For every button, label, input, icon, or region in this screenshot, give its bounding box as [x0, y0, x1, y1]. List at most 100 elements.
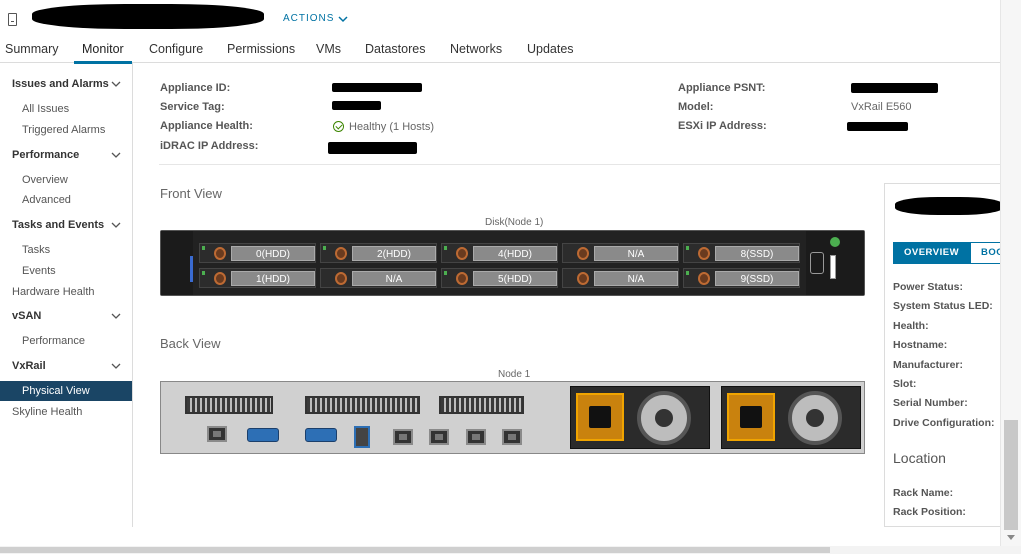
- actions-menu-button[interactable]: ACTIONS: [283, 13, 348, 24]
- chevron-down-icon: [111, 363, 121, 369]
- appliance-health-value: Healthy (1 Hosts): [333, 121, 434, 133]
- drive-handle-icon: [456, 272, 468, 285]
- pcie-slot-2: [305, 396, 420, 414]
- disk-bay-9[interactable]: 9(SSD): [683, 268, 800, 288]
- nic-port-2[interactable]: [429, 429, 449, 445]
- model-label: Model:: [678, 101, 714, 113]
- serial-port: [247, 428, 279, 442]
- disk-bay-0[interactable]: 0(HDD): [199, 243, 316, 263]
- disk-bay-7[interactable]: N/A: [562, 268, 679, 288]
- back-view-caption: Node 1: [498, 369, 531, 380]
- divider: [159, 164, 1000, 165]
- location-title: Location: [893, 450, 946, 466]
- sidebar-item-triggered-alarms[interactable]: Triggered Alarms: [0, 120, 132, 140]
- scroll-down-icon[interactable]: [1007, 535, 1015, 540]
- tab-monitor[interactable]: Monitor: [74, 38, 132, 64]
- redacted-panel-title: [895, 197, 1000, 215]
- disk-bay-1[interactable]: 1(HDD): [199, 268, 316, 288]
- sidebar-group-vxrail[interactable]: VxRail: [0, 356, 132, 376]
- disk-bay-2[interactable]: 2(HDD): [320, 243, 437, 263]
- health-status-text: Healthy: [349, 121, 387, 133]
- slot-label: Slot:: [893, 378, 917, 390]
- disk-bay-5[interactable]: 5(HDD): [441, 268, 558, 288]
- sidebar-group-performance[interactable]: Performance: [0, 145, 132, 165]
- drive-handle-icon: [214, 247, 226, 260]
- serial-number-label: Serial Number:: [893, 397, 968, 409]
- front-view-title: Front View: [160, 186, 222, 201]
- chevron-down-icon: [338, 15, 348, 22]
- nic-port-3[interactable]: [466, 429, 486, 445]
- sidebar-item-advanced[interactable]: Advanced: [0, 190, 132, 210]
- chevron-down-icon: [111, 313, 121, 319]
- nic-port-4[interactable]: [502, 429, 522, 445]
- tab-overview[interactable]: OVERVIEW: [893, 242, 971, 264]
- power-supply-1[interactable]: [570, 386, 710, 449]
- vga-port: [305, 428, 337, 442]
- sidebar-group-tasks-and-events[interactable]: Tasks and Events: [0, 215, 132, 235]
- disk-bay-4[interactable]: 4(HDD): [441, 243, 558, 263]
- sidebar-item-events[interactable]: Events: [0, 261, 132, 281]
- chevron-down-icon: [111, 81, 121, 87]
- sidebar-item-hardware-health[interactable]: Hardware Health: [0, 282, 132, 302]
- sidebar-item-tasks[interactable]: Tasks: [0, 240, 132, 260]
- disk-bay-8[interactable]: 8(SSD): [683, 243, 800, 263]
- detail-tabs: OVERVIEW BOOT: [893, 242, 1000, 264]
- tab-configure[interactable]: Configure: [149, 38, 203, 63]
- scrollbar-thumb[interactable]: [1004, 420, 1018, 530]
- sidebar-item-label: VxRail: [12, 360, 46, 372]
- drive-handle-icon: [335, 247, 347, 260]
- tab-datastores[interactable]: Datastores: [365, 38, 425, 63]
- tab-vms[interactable]: VMs: [316, 38, 341, 63]
- sidebar-item-overview[interactable]: Overview: [0, 170, 132, 190]
- idrac-port[interactable]: [207, 426, 227, 442]
- nic-port-1[interactable]: [393, 429, 413, 445]
- monitor-sidebar: Issues and Alarms All Issues Triggered A…: [0, 63, 133, 527]
- redacted-appliance-id: [332, 83, 422, 92]
- drive-configuration-label: Drive Configuration:: [893, 417, 995, 429]
- tab-boot[interactable]: BOOT: [970, 242, 1000, 264]
- rack-name-label: Rack Name:: [893, 487, 954, 499]
- drive-handle-icon: [577, 247, 589, 260]
- tab-permissions[interactable]: Permissions: [227, 38, 295, 63]
- redacted-idrac-ip: [328, 142, 417, 154]
- horizontal-scrollbar[interactable]: [0, 546, 1021, 554]
- actions-label: ACTIONS: [283, 13, 335, 24]
- pcie-slot-3: [439, 396, 524, 414]
- sidebar-item-vsan-performance[interactable]: Performance: [0, 331, 132, 351]
- tab-summary[interactable]: Summary: [5, 38, 58, 63]
- front-chassis: 0(HDD) 2(HDD) 4(HDD) N/A 8(SSD) 1(HDD) N…: [160, 230, 865, 296]
- back-view-title: Back View: [160, 336, 221, 351]
- sidebar-item-all-issues[interactable]: All Issues: [0, 99, 132, 119]
- object-tabs: Summary Monitor Configure Permissions VM…: [0, 38, 1000, 64]
- vertical-scrollbar[interactable]: [1000, 0, 1021, 546]
- disk-bay-6[interactable]: N/A: [562, 243, 679, 263]
- usb-ports: [354, 426, 370, 448]
- disk-bay-3[interactable]: N/A: [320, 268, 437, 288]
- power-status-label: Power Status:: [893, 281, 964, 293]
- scrollbar-thumb[interactable]: [0, 547, 830, 553]
- tab-updates[interactable]: Updates: [527, 38, 574, 63]
- sidebar-group-issues-and-alarms[interactable]: Issues and Alarms: [0, 74, 132, 94]
- redacted-appliance-psnt: [851, 83, 938, 93]
- pcie-slot-1: [185, 396, 273, 414]
- sidebar-item-physical-view[interactable]: Physical View: [0, 381, 132, 401]
- fan-icon: [788, 391, 842, 445]
- sidebar-item-skyline-health[interactable]: Skyline Health: [0, 402, 132, 422]
- drive-handle-icon: [577, 272, 589, 285]
- sidebar-group-vsan[interactable]: vSAN: [0, 306, 132, 326]
- right-rack-ear: [806, 231, 864, 295]
- sidebar-item-label: vSAN: [12, 310, 42, 322]
- model-value: VxRail E560: [851, 101, 912, 113]
- health-hosts-count: (1 Hosts): [389, 121, 434, 133]
- power-supply-2[interactable]: [721, 386, 861, 449]
- power-inlet-icon: [727, 393, 775, 441]
- back-chassis: [160, 381, 865, 454]
- front-view-caption: Disk(Node 1): [485, 217, 544, 228]
- idrac-ip-label: iDRAC IP Address:: [160, 140, 259, 152]
- chevron-down-icon: [111, 222, 121, 228]
- drive-handle-icon: [456, 247, 468, 260]
- host-icon: [8, 13, 17, 26]
- rack-position-label: Rack Position:: [893, 506, 966, 518]
- disk-detail-panel: OVERVIEW BOOT Power Status: System Statu…: [884, 183, 1000, 527]
- tab-networks[interactable]: Networks: [450, 38, 502, 63]
